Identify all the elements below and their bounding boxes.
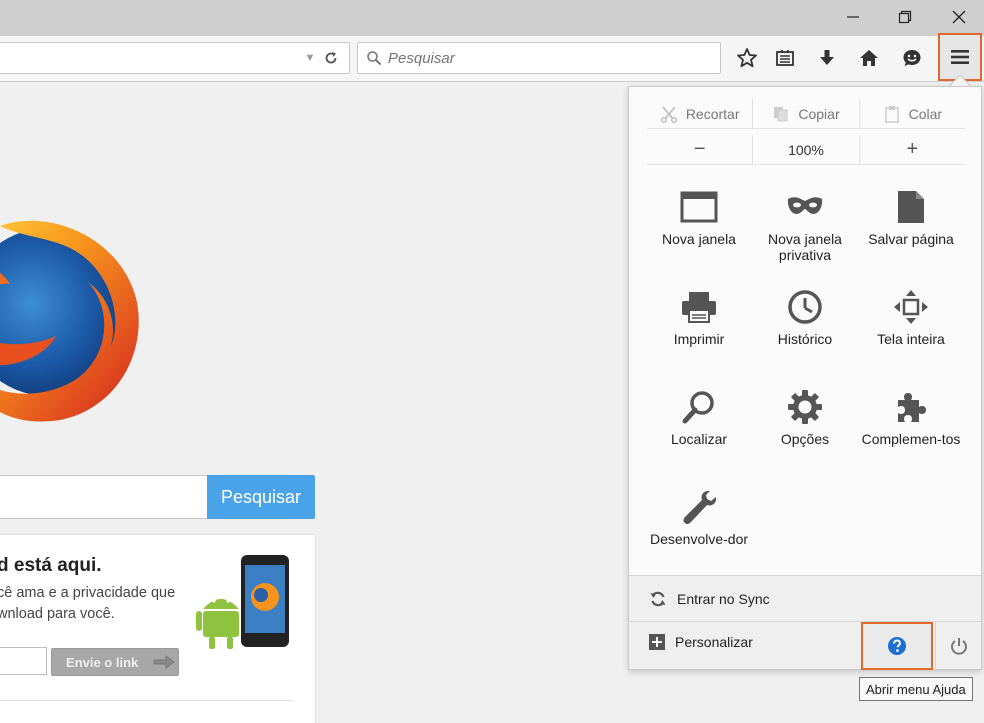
close-button[interactable]	[936, 0, 982, 34]
tile-label: Salvar página	[868, 231, 954, 247]
find-magnifier-icon	[682, 391, 714, 424]
send-link-button[interactable]: Envie o link	[51, 648, 179, 676]
tile-label: Complemen-tos	[861, 431, 961, 447]
reading-list-icon	[776, 50, 794, 66]
search-icon	[367, 51, 382, 66]
clipboard-icon	[884, 105, 899, 123]
paste-button[interactable]: Colar	[860, 99, 965, 128]
minimize-button[interactable]	[830, 0, 876, 34]
android-phone-illustration	[196, 555, 289, 649]
new-window-icon	[680, 191, 718, 223]
navigation-toolbar: ▼	[0, 36, 984, 82]
home-icon	[860, 50, 878, 66]
restore-button[interactable]	[882, 0, 928, 34]
developer-button[interactable]: Desenvolve-dor	[646, 473, 752, 569]
sync-button[interactable]: Entrar no Sync	[629, 575, 981, 621]
search-bar[interactable]	[357, 42, 721, 74]
power-icon	[950, 638, 967, 655]
copy-button[interactable]: Copiar	[753, 99, 860, 128]
plus-square-icon	[649, 634, 665, 650]
tile-label: Desenvolve-dor	[649, 531, 749, 547]
main-menu-panel: Recortar Copiar Colar − 100% + Nova jane…	[628, 86, 982, 670]
addons-puzzle-icon	[898, 393, 926, 422]
promo-text: cê ama e a privacidade que wnload para v…	[0, 583, 175, 625]
new-private-window-button[interactable]: Nova janela privativa	[752, 173, 858, 269]
options-gear-icon	[788, 390, 822, 424]
page-search-input[interactable]	[0, 475, 208, 519]
hamburger-menu-icon	[951, 50, 969, 64]
downloads-icon	[820, 50, 834, 65]
firefox-logo	[0, 220, 139, 422]
restore-icon	[898, 10, 912, 24]
hello-button[interactable]	[895, 42, 929, 74]
scissors-icon	[660, 106, 677, 123]
zoom-reset-button[interactable]: 100%	[753, 135, 860, 164]
tile-label: Opções	[780, 431, 830, 447]
tile-label: Histórico	[777, 331, 833, 347]
tile-label: Nova janela	[662, 231, 736, 247]
addons-button[interactable]: Complemen-tos	[858, 373, 964, 469]
help-question-icon	[888, 637, 906, 655]
url-dropdown-icon[interactable]: ▼	[303, 51, 317, 65]
divider	[0, 700, 293, 701]
zoom-controls: − 100% +	[647, 135, 965, 165]
cut-label: Recortar	[685, 105, 740, 122]
paste-label: Colar	[908, 105, 943, 122]
promo-text-line: wnload para você.	[0, 606, 115, 622]
customize-button[interactable]: Personalizar	[649, 634, 753, 650]
print-button[interactable]: Imprimir	[646, 273, 752, 369]
promo-text-line: cê ama e a privacidade que	[0, 585, 176, 601]
mobile-promo-card: d está aqui. cê ama e a privacidade que …	[0, 534, 316, 723]
history-clock-icon	[788, 290, 822, 324]
history-button[interactable]: Histórico	[752, 273, 858, 369]
copy-icon	[774, 106, 788, 121]
sync-icon	[650, 591, 666, 606]
phone-number-input[interactable]	[0, 647, 47, 675]
help-tooltip: Abrir menu Ajuda	[859, 677, 973, 701]
close-icon	[952, 10, 966, 24]
send-link-label: Envie o link	[66, 654, 139, 670]
save-page-icon	[898, 191, 924, 223]
find-button[interactable]: Localizar	[646, 373, 752, 469]
sync-label: Entrar no Sync	[677, 590, 770, 607]
home-button[interactable]	[852, 42, 886, 74]
zoom-out-button[interactable]: −	[647, 135, 754, 164]
arrow-right-icon	[153, 655, 176, 669]
hello-chat-icon	[903, 50, 921, 66]
title-bar	[0, 0, 984, 36]
promo-title: d está aqui.	[0, 555, 102, 576]
developer-wrench-icon	[683, 490, 717, 525]
bookmark-star-icon	[737, 48, 757, 68]
panel-footer: Personalizar	[629, 621, 981, 670]
private-mask-icon	[787, 197, 823, 214]
tile-label: Localizar	[670, 431, 728, 447]
bookmark-button[interactable]	[730, 42, 764, 74]
printer-icon	[682, 292, 716, 323]
options-button[interactable]: Opções	[752, 373, 858, 469]
cut-button[interactable]: Recortar	[647, 99, 754, 128]
zoom-in-button[interactable]: +	[860, 135, 965, 164]
new-window-button[interactable]: Nova janela	[646, 173, 752, 269]
copy-label: Copiar	[798, 105, 840, 122]
help-menu-button[interactable]	[861, 622, 933, 670]
quit-button[interactable]	[935, 622, 981, 670]
downloads-button[interactable]	[810, 42, 844, 74]
fullscreen-icon	[894, 290, 928, 324]
tile-label: Imprimir	[673, 331, 725, 347]
search-input[interactable]	[388, 50, 708, 67]
reload-icon[interactable]	[323, 50, 339, 66]
customize-label: Personalizar	[675, 634, 753, 650]
reading-list-button[interactable]	[768, 42, 802, 74]
page-search-button[interactable]: Pesquisar	[207, 475, 315, 519]
tile-label: Tela inteira	[877, 331, 945, 347]
url-bar[interactable]: ▼	[0, 42, 350, 74]
minimize-icon	[847, 16, 859, 18]
save-page-button[interactable]: Salvar página	[858, 173, 964, 269]
edit-controls: Recortar Copiar Colar	[647, 99, 965, 129]
tile-label: Nova janela privativa	[768, 231, 842, 263]
fullscreen-button[interactable]: Tela inteira	[858, 273, 964, 369]
